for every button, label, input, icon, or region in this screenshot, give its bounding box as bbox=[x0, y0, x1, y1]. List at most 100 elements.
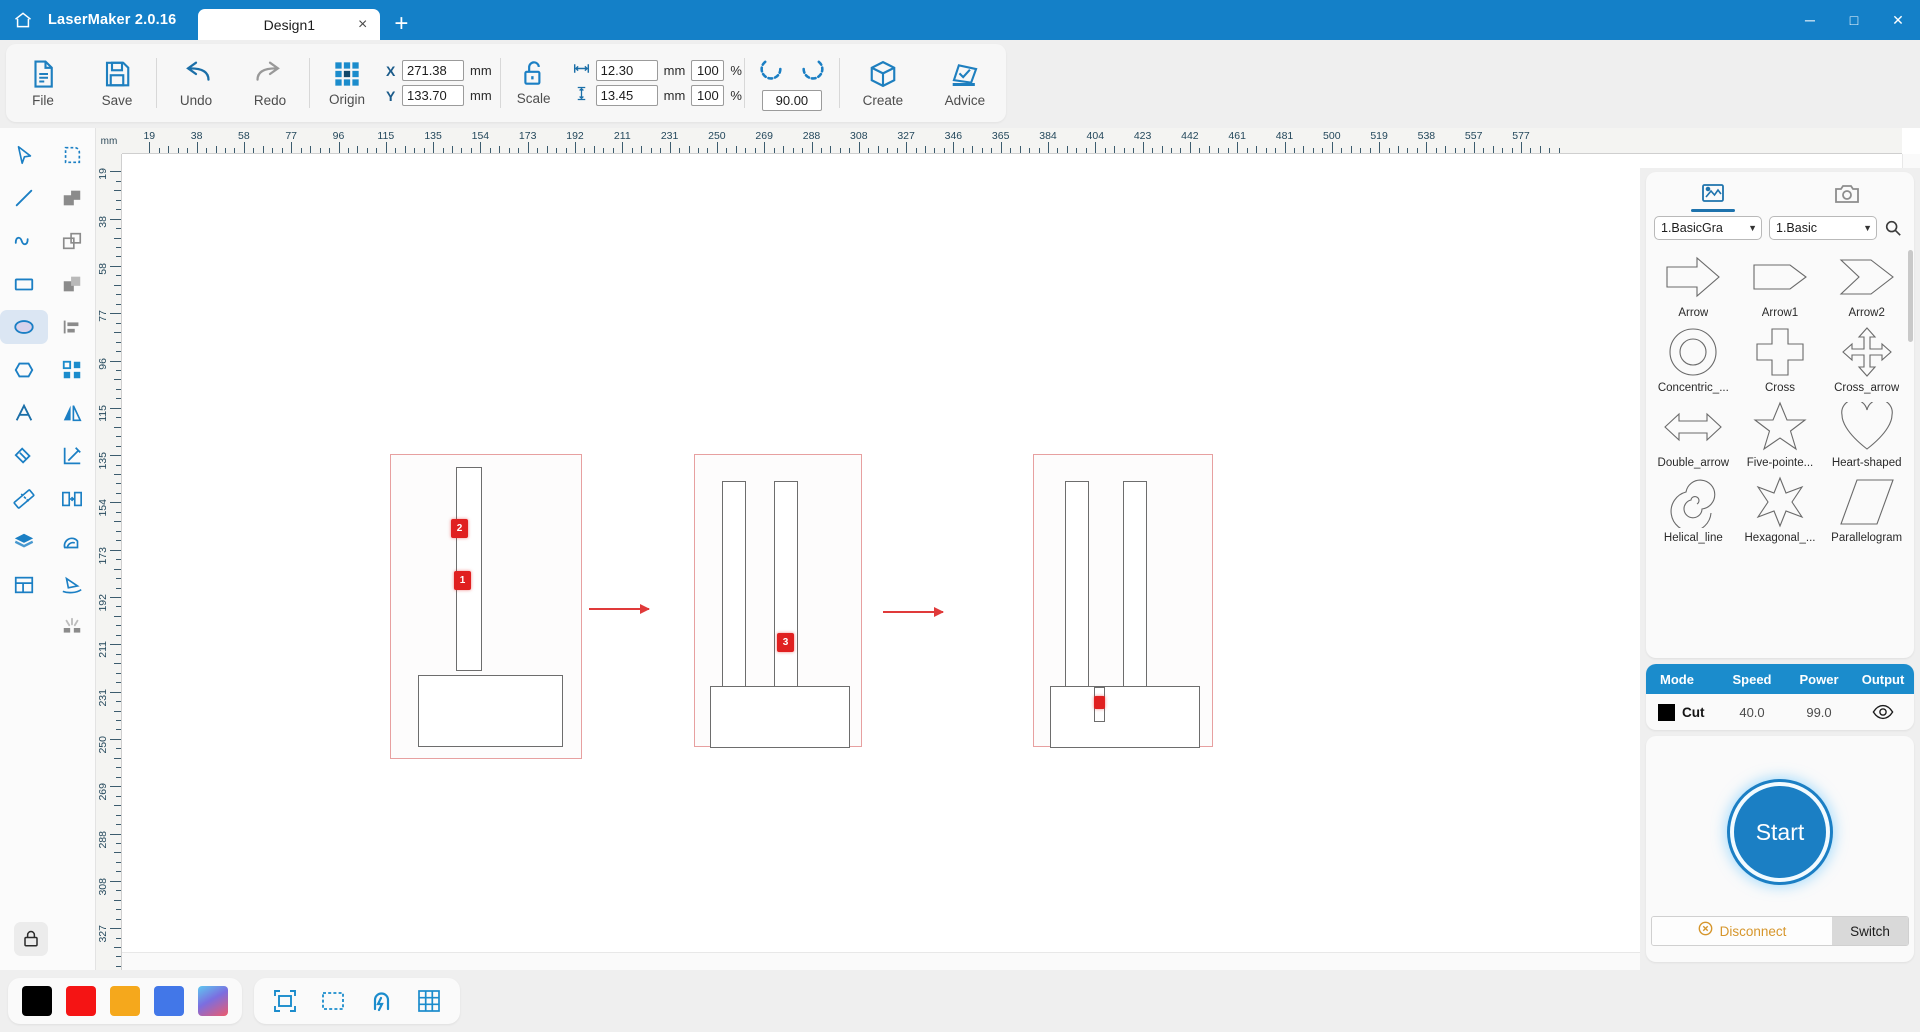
marker-2[interactable]: 2 bbox=[451, 519, 468, 538]
swatch-orange[interactable] bbox=[110, 986, 140, 1016]
disconnect-button[interactable]: Disconnect bbox=[1652, 917, 1832, 945]
width-percent-input[interactable]: 100 bbox=[691, 60, 725, 81]
figure-1-base-rectangle[interactable] bbox=[418, 675, 563, 747]
rotate-ccw-icon[interactable] bbox=[757, 55, 785, 88]
figure-1-vertical-bar[interactable] bbox=[456, 467, 482, 671]
horizontal-ruler[interactable]: 19 38 58 77 96 115 135 154 173 192 211 231 250 269 288… bbox=[96, 128, 1902, 154]
shape-double-arrow[interactable]: Double_arrow bbox=[1650, 398, 1737, 469]
rectangle-tool[interactable] bbox=[0, 267, 48, 301]
shape-parallelogram[interactable]: Parallelogram bbox=[1823, 473, 1910, 544]
layer-color-swatch[interactable] bbox=[1658, 703, 1675, 721]
save-button[interactable]: Save bbox=[80, 44, 154, 122]
curve-tool[interactable] bbox=[0, 224, 48, 258]
layout-tool[interactable] bbox=[0, 568, 48, 602]
file-button[interactable]: File bbox=[6, 44, 80, 122]
shape-helical-line[interactable]: Helical_line bbox=[1650, 473, 1737, 544]
switch-button[interactable]: Switch bbox=[1832, 917, 1908, 945]
power-value[interactable]: 99.0 bbox=[1786, 705, 1852, 720]
speed-value[interactable]: 40.0 bbox=[1718, 705, 1786, 720]
search-icon[interactable] bbox=[1884, 219, 1902, 237]
text-tool[interactable] bbox=[0, 396, 48, 430]
redo-button[interactable]: Redo bbox=[233, 44, 307, 122]
origin-button[interactable]: Origin bbox=[316, 60, 378, 107]
shape-arrow2[interactable]: Arrow2 bbox=[1823, 248, 1910, 319]
align-tool[interactable] bbox=[48, 310, 96, 344]
height-percent-input[interactable]: 100 bbox=[691, 85, 725, 106]
polygon-tool[interactable] bbox=[0, 353, 48, 387]
figure-2-base-rectangle[interactable] bbox=[710, 686, 850, 748]
shape-cross[interactable]: Cross bbox=[1737, 323, 1824, 394]
figure-2-right-vertical-bar[interactable] bbox=[774, 481, 798, 688]
swatch-gradient[interactable] bbox=[198, 986, 228, 1016]
marker-selected[interactable] bbox=[1094, 696, 1105, 709]
measure-angle-tool[interactable] bbox=[48, 439, 96, 473]
figure-3-base-rectangle[interactable] bbox=[1050, 686, 1200, 748]
union-tool[interactable] bbox=[48, 181, 96, 215]
line-tool[interactable] bbox=[0, 181, 48, 215]
select-objects-icon[interactable] bbox=[316, 984, 350, 1018]
array-tool[interactable] bbox=[48, 353, 96, 387]
mirror-tool[interactable] bbox=[48, 396, 96, 430]
design-canvas[interactable]: 2 1 3 bbox=[122, 154, 1902, 952]
rotation-input[interactable]: 90.00 bbox=[761, 90, 822, 111]
swatch-red[interactable] bbox=[66, 986, 96, 1016]
marker-3[interactable]: 3 bbox=[777, 633, 794, 652]
x-coordinate-input[interactable]: 271.38 bbox=[402, 60, 464, 81]
shape-cross-arrow[interactable]: Cross_arrow bbox=[1823, 323, 1910, 394]
rotate-cw-icon[interactable] bbox=[799, 55, 827, 88]
select-tool[interactable] bbox=[0, 138, 48, 172]
shape-heart[interactable]: Heart-shaped bbox=[1823, 398, 1910, 469]
document-tab[interactable]: Design1 × bbox=[198, 9, 381, 40]
start-button[interactable]: Start bbox=[1730, 782, 1830, 882]
eye-icon[interactable] bbox=[1852, 704, 1914, 720]
subtract-tool[interactable] bbox=[48, 224, 96, 258]
create-button[interactable]: Create bbox=[842, 44, 924, 122]
table-row[interactable]: Cut 40.0 99.0 bbox=[1646, 694, 1914, 730]
figure-3-left-vertical-bar[interactable] bbox=[1065, 481, 1089, 688]
mode-cell[interactable]: Cut bbox=[1646, 703, 1718, 721]
marker-1[interactable]: 1 bbox=[454, 571, 471, 590]
maximize-button[interactable]: □ bbox=[1832, 0, 1876, 40]
shape-five-pointed-star[interactable]: Five-pointe... bbox=[1737, 398, 1824, 469]
laser-preview-tool[interactable] bbox=[48, 611, 96, 645]
figure-3-right-vertical-bar[interactable] bbox=[1123, 481, 1147, 688]
swatch-black[interactable] bbox=[22, 986, 52, 1016]
tab-camera[interactable] bbox=[1780, 172, 1914, 216]
intersect-tool[interactable] bbox=[48, 267, 96, 301]
shape-hexagonal-star[interactable]: Hexagonal_... bbox=[1737, 473, 1824, 544]
layers-tool[interactable] bbox=[0, 525, 48, 559]
category-select[interactable]: 1.BasicGra ▼ bbox=[1654, 216, 1762, 240]
shape-arrow[interactable]: Arrow bbox=[1650, 248, 1737, 319]
shape-library-scroll[interactable]: Arrow Arrow1 Arrow2 Concentric_... Cross… bbox=[1646, 248, 1914, 658]
fit-to-frame-icon[interactable] bbox=[268, 984, 302, 1018]
path-text-tool[interactable] bbox=[48, 568, 96, 602]
shape-concentric[interactable]: Concentric_... bbox=[1650, 323, 1737, 394]
close-icon[interactable]: × bbox=[358, 16, 367, 33]
swatch-blue[interactable] bbox=[154, 986, 184, 1016]
advice-button[interactable]: Advice bbox=[924, 44, 1006, 122]
ellipse-tool[interactable] bbox=[0, 310, 48, 344]
undo-button[interactable]: Undo bbox=[159, 44, 233, 122]
subcategory-select[interactable]: 1.Basic ▼ bbox=[1769, 216, 1877, 240]
home-icon[interactable] bbox=[0, 0, 46, 40]
minimize-button[interactable]: ─ bbox=[1788, 0, 1832, 40]
tab-graphics-library[interactable] bbox=[1646, 172, 1780, 216]
ruler-tool[interactable] bbox=[0, 482, 48, 516]
scale-lock-button[interactable]: Scale bbox=[503, 60, 565, 106]
vertical-ruler[interactable]: 19 38 58 77 96 115 135 154 173 192 211 231 250 269 288… bbox=[96, 154, 122, 970]
lock-icon[interactable] bbox=[14, 922, 48, 956]
offset-tool[interactable] bbox=[48, 525, 96, 559]
figure-2-left-vertical-bar[interactable] bbox=[722, 481, 746, 688]
height-input[interactable]: 13.45 bbox=[595, 85, 658, 106]
eraser-tool[interactable] bbox=[0, 439, 48, 473]
canvas-horizontal-scrollbar[interactable] bbox=[122, 952, 1902, 970]
grid-toggle-icon[interactable] bbox=[412, 984, 446, 1018]
window-close-button[interactable]: ✕ bbox=[1876, 0, 1920, 40]
width-input[interactable]: 12.30 bbox=[595, 60, 658, 81]
y-coordinate-input[interactable]: 133.70 bbox=[402, 85, 464, 106]
shape-arrow1[interactable]: Arrow1 bbox=[1737, 248, 1824, 319]
new-tab-button[interactable]: + bbox=[380, 12, 420, 40]
library-scrollbar[interactable] bbox=[1908, 250, 1913, 342]
magnet-snap-icon[interactable] bbox=[364, 984, 398, 1018]
distribute-tool[interactable] bbox=[48, 482, 96, 516]
